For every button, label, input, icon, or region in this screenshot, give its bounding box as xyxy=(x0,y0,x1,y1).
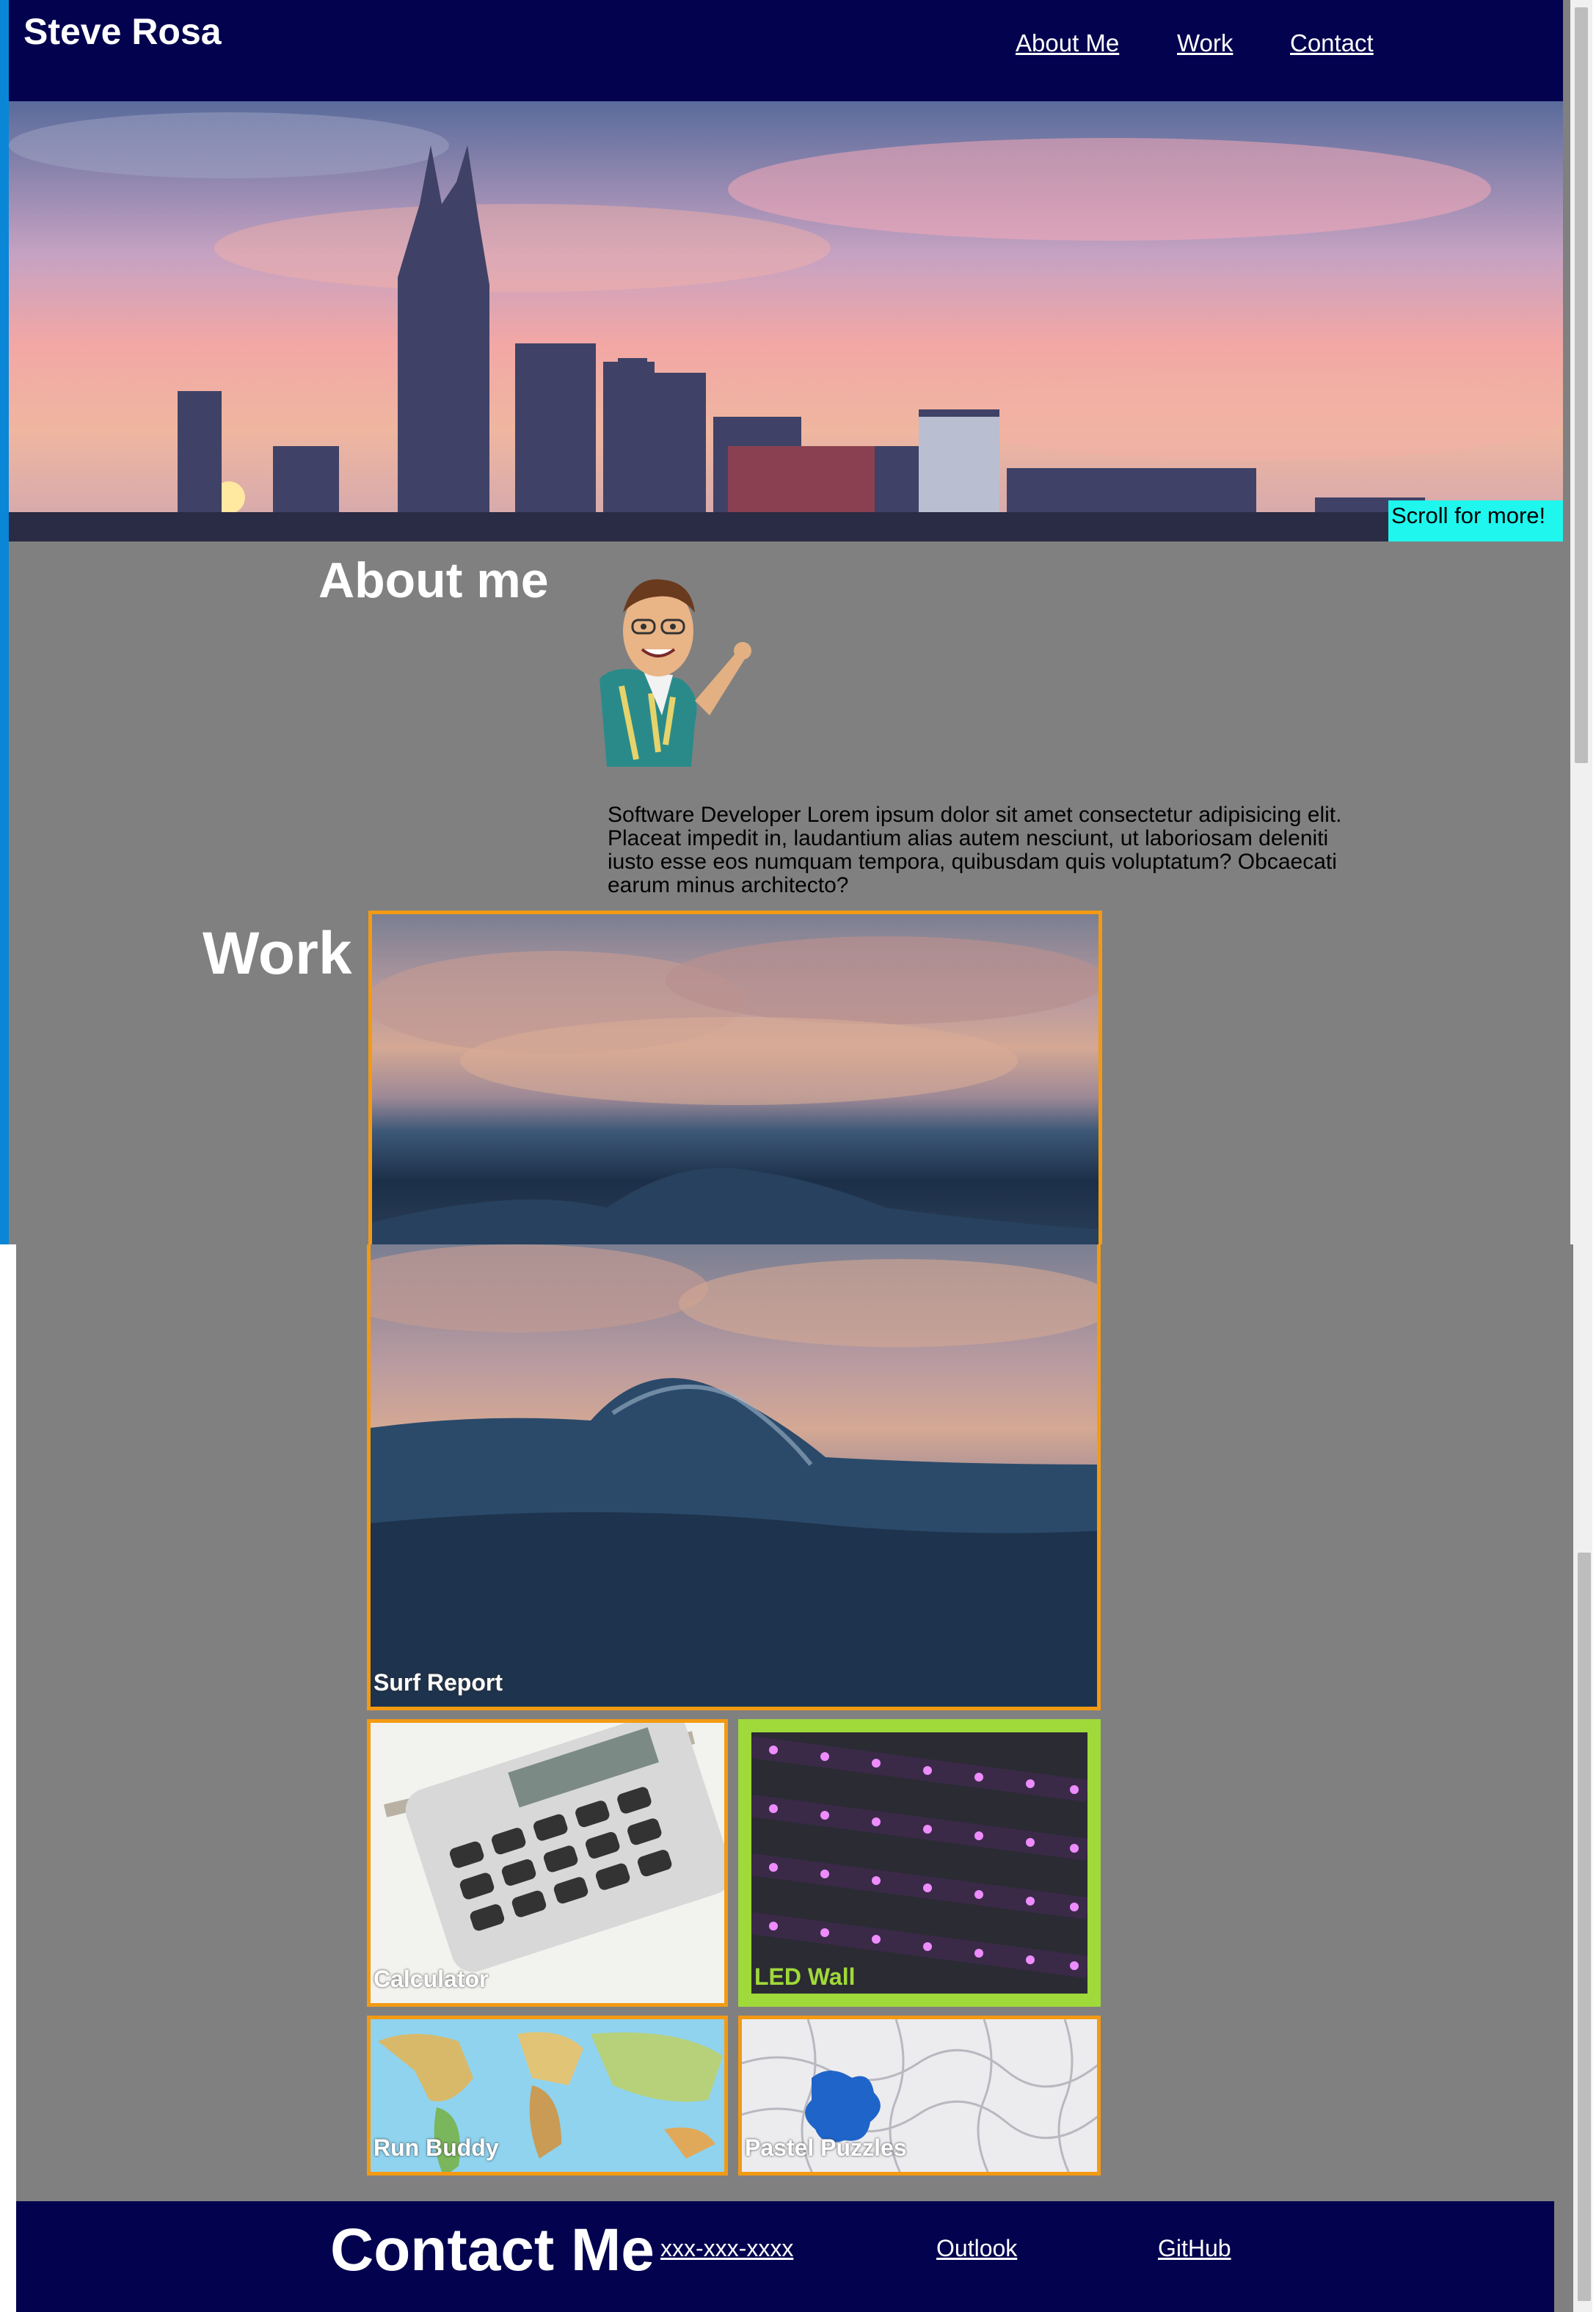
project-label-calculator: Calculator xyxy=(374,1966,489,1992)
project-label-run-buddy: Run Buddy xyxy=(374,2134,499,2161)
browser-screenshot: Steve Rosa About Me Work Contact Scroll … xyxy=(0,0,1596,2312)
project-card-led-wall[interactable]: LED Wall xyxy=(738,1719,1101,2007)
project-label-led-wall: LED Wall xyxy=(754,1963,856,1990)
avatar-bitmoji-icon xyxy=(600,579,751,767)
vertical-scrollbar-bottom[interactable] xyxy=(1573,1244,1592,2312)
avatar xyxy=(592,569,754,767)
brand-name: Steve Rosa xyxy=(23,11,222,52)
nav-work[interactable]: Work xyxy=(1177,29,1233,57)
browser-viewport-top: Steve Rosa About Me Work Contact Scroll … xyxy=(0,0,1592,1244)
skyline-illustration xyxy=(9,112,1563,541)
scrollbar-thumb[interactable] xyxy=(1575,7,1588,763)
project-label-surf-report: Surf Report xyxy=(374,1669,503,1696)
calculator-image xyxy=(371,1723,724,2003)
contact-heading: Contact Me xyxy=(330,2217,655,2283)
vertical-scrollbar-top[interactable] xyxy=(1570,0,1592,1244)
scrollbar-thumb[interactable] xyxy=(1578,1553,1591,2301)
about-heading: About me xyxy=(318,553,549,608)
about-text: Software Developer Lorem ipsum dolor sit… xyxy=(608,803,1342,897)
nav-contact[interactable]: Contact xyxy=(1290,29,1374,57)
site-header: Steve Rosa About Me Work Contact xyxy=(9,0,1563,101)
wave-image xyxy=(372,936,1098,1244)
contact-phone-link[interactable]: xxx-xxx-xxxx xyxy=(660,2235,793,2262)
scroll-for-more-label: Scroll for more! xyxy=(1388,500,1563,541)
contact-github-link[interactable]: GitHub xyxy=(1158,2235,1231,2262)
led-image xyxy=(751,1736,1087,1978)
project-card-surf-report[interactable]: Surf Report xyxy=(367,1244,1101,1710)
hero-skyline-image xyxy=(9,101,1563,541)
contact-footer: Contact Me xxx-xxx-xxxx Outlook GitHub xyxy=(16,2201,1554,2312)
contact-outlook-link[interactable]: Outlook xyxy=(936,2235,1017,2262)
browser-viewport-bottom: Surf Report Calculator LED Wall Run Budd… xyxy=(16,1244,1592,2312)
project-card-calculator[interactable]: Calculator xyxy=(367,1719,728,2007)
project-label-pastel-puzzles: Pastel Puzzles xyxy=(745,2134,907,2161)
project-card-run-buddy[interactable]: Run Buddy xyxy=(367,2016,728,2176)
project-card-pastel-puzzles[interactable]: Pastel Puzzles xyxy=(738,2016,1101,2176)
nav-about-me[interactable]: About Me xyxy=(1016,29,1119,57)
work-heading: Work xyxy=(203,920,352,987)
wave-image xyxy=(371,1244,1097,1707)
project-card-surf-report-top[interactable] xyxy=(368,911,1102,1244)
